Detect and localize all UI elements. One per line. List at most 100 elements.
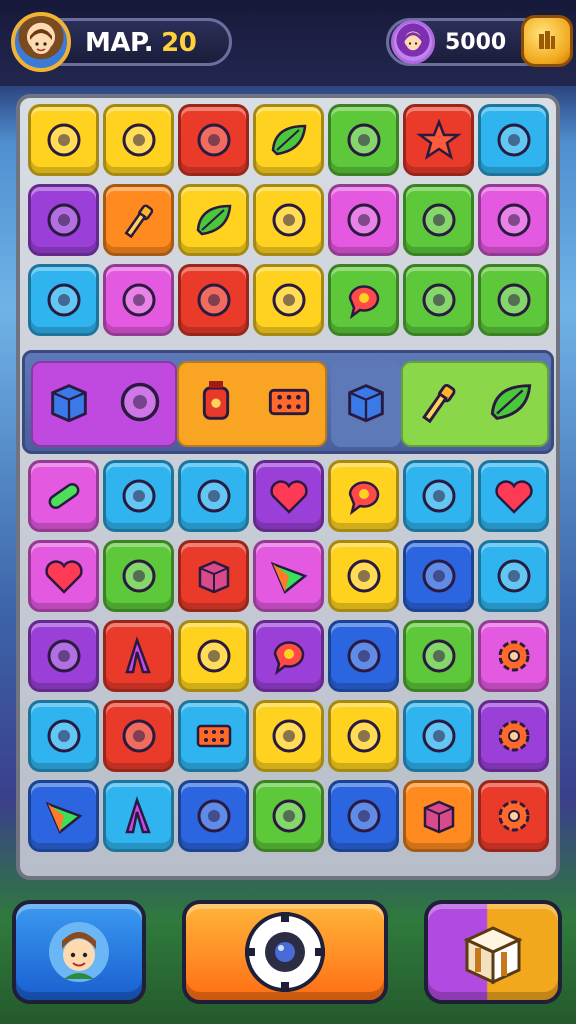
tile[interactable] <box>478 460 549 532</box>
tile[interactable] <box>253 540 324 612</box>
log-icon <box>47 123 80 157</box>
letter-a-icon <box>124 796 151 834</box>
tile[interactable] <box>478 184 549 256</box>
band-segment-4[interactable] <box>401 361 549 447</box>
tile[interactable] <box>103 700 174 772</box>
tile[interactable] <box>28 540 99 612</box>
tile[interactable] <box>253 780 324 852</box>
hammer-icon <box>123 204 153 239</box>
coins-pill[interactable]: 5000 <box>386 15 573 67</box>
gear-icon <box>498 640 529 672</box>
play-button[interactable] <box>182 900 388 1004</box>
tile[interactable] <box>328 264 399 336</box>
croissant-icon <box>197 639 230 673</box>
bird-icon <box>47 203 80 237</box>
bag-icon <box>197 479 230 513</box>
domino-icon <box>261 374 317 434</box>
player-avatar[interactable] <box>11 12 71 72</box>
tile[interactable] <box>403 264 474 336</box>
tile[interactable] <box>403 184 474 256</box>
map-level-pill[interactable]: MAP. 20 <box>11 12 232 72</box>
tile[interactable] <box>103 540 174 612</box>
boomerang-icon <box>122 283 155 317</box>
plant-icon <box>272 719 305 753</box>
tile[interactable] <box>28 460 99 532</box>
top-bar: MAP. 20 5000 <box>0 0 576 86</box>
tile[interactable] <box>478 104 549 176</box>
tile[interactable] <box>28 780 99 852</box>
triangle-icon <box>270 561 307 595</box>
tile[interactable] <box>178 620 249 692</box>
tile[interactable] <box>328 460 399 532</box>
star-icon <box>415 118 462 160</box>
tile[interactable] <box>178 700 249 772</box>
shell-icon <box>272 203 305 237</box>
shop-button[interactable] <box>424 900 562 1004</box>
tile[interactable] <box>403 620 474 692</box>
sponge-icon <box>347 123 380 157</box>
lantern-icon <box>188 374 244 434</box>
tile[interactable] <box>178 780 249 852</box>
tile[interactable] <box>28 184 99 256</box>
tile[interactable] <box>103 460 174 532</box>
tile[interactable] <box>103 184 174 256</box>
cat-icon <box>197 799 230 833</box>
tile[interactable] <box>178 264 249 336</box>
tile[interactable] <box>103 620 174 692</box>
tile[interactable] <box>253 104 324 176</box>
band-segment-2[interactable] <box>177 361 327 447</box>
tile[interactable] <box>403 540 474 612</box>
tile[interactable] <box>253 264 324 336</box>
tile[interactable] <box>28 620 99 692</box>
tile[interactable] <box>253 460 324 532</box>
radio-icon <box>347 799 380 833</box>
tile[interactable] <box>253 620 324 692</box>
tile[interactable] <box>478 264 549 336</box>
coin-icon[interactable] <box>521 15 573 67</box>
profile-button[interactable] <box>12 900 146 1004</box>
tile[interactable] <box>478 620 549 692</box>
tile[interactable] <box>28 104 99 176</box>
tile[interactable] <box>328 104 399 176</box>
tile[interactable] <box>478 780 549 852</box>
button-icon <box>422 719 455 753</box>
tile[interactable] <box>253 700 324 772</box>
gear-icon <box>498 720 529 752</box>
band-segment-3[interactable] <box>331 361 401 447</box>
tile[interactable] <box>103 780 174 852</box>
pin-icon <box>47 283 80 317</box>
tile[interactable] <box>328 540 399 612</box>
tile[interactable] <box>328 780 399 852</box>
band-segment-1[interactable] <box>31 361 177 447</box>
tile[interactable] <box>178 104 249 176</box>
tile[interactable] <box>403 780 474 852</box>
splat-icon <box>122 559 155 593</box>
lime-icon <box>422 639 455 673</box>
tile[interactable] <box>103 104 174 176</box>
tile[interactable] <box>478 540 549 612</box>
tile[interactable] <box>478 700 549 772</box>
apple-icon <box>47 719 80 753</box>
tile[interactable] <box>403 700 474 772</box>
tile[interactable] <box>328 184 399 256</box>
cube-icon <box>338 374 394 434</box>
tile[interactable] <box>328 620 399 692</box>
tile[interactable] <box>253 184 324 256</box>
map-level-label: MAP. 20 <box>85 28 197 58</box>
tile[interactable] <box>28 264 99 336</box>
tile[interactable] <box>178 460 249 532</box>
safe-icon <box>347 719 380 753</box>
map-text: MAP. <box>85 28 154 58</box>
ring-icon <box>497 123 530 157</box>
tile[interactable] <box>178 184 249 256</box>
tile[interactable] <box>403 104 474 176</box>
tile[interactable] <box>28 700 99 772</box>
tile[interactable] <box>328 700 399 772</box>
tile[interactable] <box>178 540 249 612</box>
triangle-icon <box>45 801 82 835</box>
calendar-icon <box>497 203 530 237</box>
tile[interactable] <box>103 264 174 336</box>
bonus-band <box>22 350 554 454</box>
chat-icon <box>273 641 304 676</box>
tile[interactable] <box>403 460 474 532</box>
